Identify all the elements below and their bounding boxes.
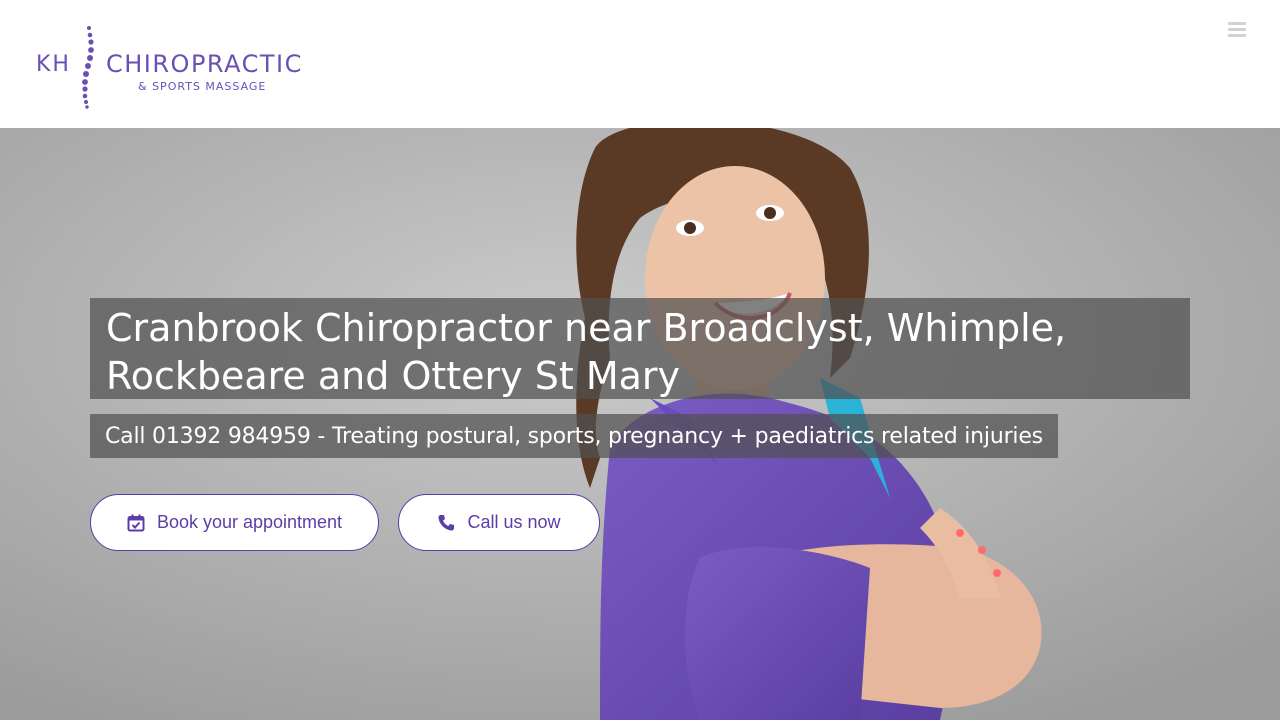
logo-name: CHIROPRACTIC <box>106 50 303 78</box>
headline-box: Cranbrook Chiropractor near Broadclyst, … <box>90 298 1190 399</box>
page-subtitle: Call 01392 984959 - Treating postural, s… <box>105 423 1043 449</box>
site-logo[interactable]: KH CHIROPRACTIC & SPORTS MASSAGE <box>36 24 306 110</box>
hamburger-menu-icon[interactable] <box>1228 22 1248 40</box>
subheadline-box: Call 01392 984959 - Treating postural, s… <box>90 414 1058 458</box>
book-appointment-label: Book your appointment <box>156 512 343 532</box>
logo-initials: KH <box>36 52 71 77</box>
calendar-check-icon <box>127 514 145 532</box>
call-us-label: Call us now <box>467 512 561 532</box>
book-appointment-button[interactable]: Book your appointment <box>90 494 379 551</box>
logo-tagline: & SPORTS MASSAGE <box>138 80 267 93</box>
phone-icon <box>437 514 455 532</box>
hero-section: Cranbrook Chiropractor near Broadclyst, … <box>0 128 1280 720</box>
call-us-button[interactable]: Call us now <box>398 494 600 551</box>
site-header: KH CHIROPRACTIC & SPORTS MASSAGE <box>0 0 1280 128</box>
spine-logo-icon <box>82 26 94 109</box>
page-title: Cranbrook Chiropractor near Broadclyst, … <box>106 306 1067 398</box>
